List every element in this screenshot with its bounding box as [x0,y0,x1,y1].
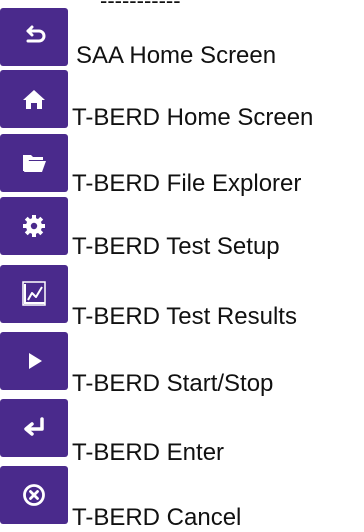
legend-label-home: T-BERD Home Screen [72,104,314,131]
legend-row-file-explorer: T-BERD File Explorer [0,134,364,200]
legend-label-test-results: T-BERD Test Results [72,303,297,330]
legend-label-test-setup: T-BERD Test Setup [72,233,280,260]
folder-icon [23,155,46,172]
return-icon [26,25,46,43]
tberd-enter-button[interactable] [0,399,68,457]
saa-home-button[interactable] [0,8,68,66]
legend-row-home: T-BERD Home Screen [0,70,364,136]
tberd-file-explorer-button[interactable] [0,134,68,192]
tberd-test-setup-button[interactable] [0,197,68,255]
legend-row-saa-home: SAA Home Screen [0,8,364,74]
legend-label-enter: T-BERD Enter [72,439,225,466]
tberd-start-stop-button[interactable] [0,332,68,390]
cancel-icon [23,484,45,506]
legend-row-test-results: T-BERD Test Results [0,265,364,331]
chart-icon [22,281,46,306]
legend-row-cancel: T-BERD Cancel [0,466,364,531]
legend-label-start-stop: T-BERD Start/Stop [72,370,274,397]
tberd-cancel-button[interactable] [0,466,68,524]
play-icon [29,353,42,369]
legend-row-enter: T-BERD Enter [0,399,364,466]
legend-label-file-explorer: T-BERD File Explorer [72,170,302,197]
tberd-test-results-button[interactable] [0,265,68,323]
legend-label-saa-home: SAA Home Screen [76,42,277,69]
legend-label-cancel: T-BERD Cancel [72,504,242,531]
legend-row-start-stop: T-BERD Start/Stop [0,332,364,398]
enter-icon [24,417,44,436]
tberd-home-button[interactable] [0,70,68,128]
legend-row-test-setup: T-BERD Test Setup [0,197,364,263]
home-icon [23,90,45,109]
gear-icon [23,215,45,237]
